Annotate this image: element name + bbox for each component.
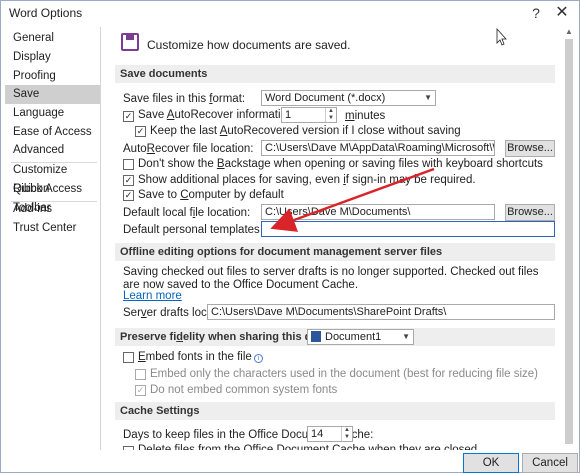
page-title: Customize how documents are saved.: [147, 38, 351, 52]
save-to-computer-label: Save to Computer by default: [138, 189, 284, 201]
learn-more-link[interactable]: Learn more: [123, 290, 182, 302]
chevron-down-icon: ▼: [402, 332, 410, 341]
cancel-button[interactable]: Cancel: [522, 453, 578, 473]
dont-show-backstage-checkbox[interactable]: [123, 159, 134, 170]
sidebar-item-advanced[interactable]: Advanced: [5, 141, 100, 160]
chevron-down-icon: ▼: [424, 93, 432, 102]
ok-button[interactable]: OK: [463, 453, 519, 473]
options-sidebar: General Display Proofing Save Language E…: [5, 27, 101, 467]
sidebar-item-add-ins[interactable]: Add-ins: [5, 200, 100, 219]
section-offline-editing: Offline editing options for document man…: [115, 243, 555, 261]
sidebar-item-proofing[interactable]: Proofing: [5, 67, 100, 86]
fidelity-document-dropdown[interactable]: Document1 ▼: [307, 329, 414, 345]
keep-last-version-checkbox[interactable]: ✓: [135, 126, 146, 137]
sidebar-item-display[interactable]: Display: [5, 48, 100, 67]
browse-autorecover-button[interactable]: Browse...: [505, 140, 555, 157]
dialog-footer: OK Cancel: [1, 450, 579, 473]
save-document-icon: [121, 33, 139, 51]
cache-days-spinner[interactable]: 14 ▲ ▼: [307, 426, 353, 442]
section-cache-settings: Cache Settings: [115, 402, 555, 420]
sidebar-item-quick-access-toolbar[interactable]: Quick Access Toolbar: [5, 180, 100, 214]
word-options-dialog: Word Options ? ✕ General Display Proofin…: [0, 0, 580, 473]
offline-note: Saving checked out files to server draft…: [123, 266, 539, 291]
save-options-panel: Customize how documents are saved. Save …: [105, 25, 575, 470]
sidebar-item-ease-of-access[interactable]: Ease of Access: [5, 123, 100, 142]
window-title: Word Options: [9, 6, 83, 20]
embed-only-used-label: Embed only the characters used in the do…: [150, 368, 539, 380]
embed-fonts-checkbox[interactable]: [123, 352, 134, 363]
autorecover-location-label: AutoRecover file location:: [123, 143, 254, 155]
section-save-documents: Save documents: [115, 65, 555, 83]
info-icon: i: [253, 354, 263, 363]
vertical-scrollbar[interactable]: ▲: [562, 25, 576, 445]
spinner-arrows[interactable]: ▲ ▼: [325, 108, 336, 122]
spinner-arrows[interactable]: ▲ ▼: [341, 427, 352, 441]
autorecover-checkbox[interactable]: ✓: [123, 111, 134, 122]
save-to-computer-checkbox[interactable]: ✓: [123, 190, 134, 201]
word-document-icon: [311, 331, 321, 342]
no-common-fonts-checkbox[interactable]: ✓: [135, 385, 146, 396]
close-button[interactable]: ✕: [551, 3, 573, 23]
scroll-up-arrow-icon[interactable]: ▲: [562, 25, 576, 39]
show-additional-places-label: Show additional places for saving, even …: [138, 174, 476, 186]
default-local-location-input[interactable]: C:\Users\Dave M\Documents\: [261, 204, 495, 220]
autorecover-location-input[interactable]: C:\Users\Dave M\AppData\Roaming\Microsof…: [261, 140, 495, 156]
browse-default-location-button[interactable]: Browse...: [505, 204, 555, 221]
sidebar-item-save[interactable]: Save: [5, 85, 100, 104]
autorecover-minutes-spinner[interactable]: 1 ▲ ▼: [281, 107, 337, 123]
embed-fonts-label: Embed fonts in the file i: [138, 351, 263, 363]
title-bar: Word Options ? ✕: [1, 1, 579, 25]
default-local-location-label: Default local file location:: [123, 207, 251, 219]
embed-only-used-checkbox[interactable]: [135, 369, 146, 380]
sidebar-item-trust-center[interactable]: Trust Center: [5, 219, 100, 238]
personal-templates-input[interactable]: [261, 221, 555, 237]
sidebar-item-customize-ribbon[interactable]: Customize Ribbon: [5, 161, 100, 195]
format-label: Save files in this format:: [123, 93, 246, 105]
save-format-dropdown[interactable]: Word Document (*.docx) ▼: [261, 90, 436, 106]
keep-last-version-label: Keep the last AutoRecovered version if I…: [150, 125, 461, 137]
server-drafts-input[interactable]: C:\Users\Dave M\Documents\SharePoint Dra…: [207, 304, 555, 320]
sidebar-item-general[interactable]: General: [5, 29, 100, 48]
scroll-thumb[interactable]: [565, 39, 573, 444]
minutes-label: minutes: [345, 110, 386, 122]
sidebar-item-language[interactable]: Language: [5, 104, 100, 123]
show-additional-places-checkbox[interactable]: ✓: [123, 175, 134, 186]
help-button[interactable]: ?: [525, 3, 547, 23]
no-common-fonts-label: Do not embed common system fonts: [150, 384, 338, 396]
dont-show-backstage-label: Don't show the Backstage when opening or…: [138, 158, 543, 170]
